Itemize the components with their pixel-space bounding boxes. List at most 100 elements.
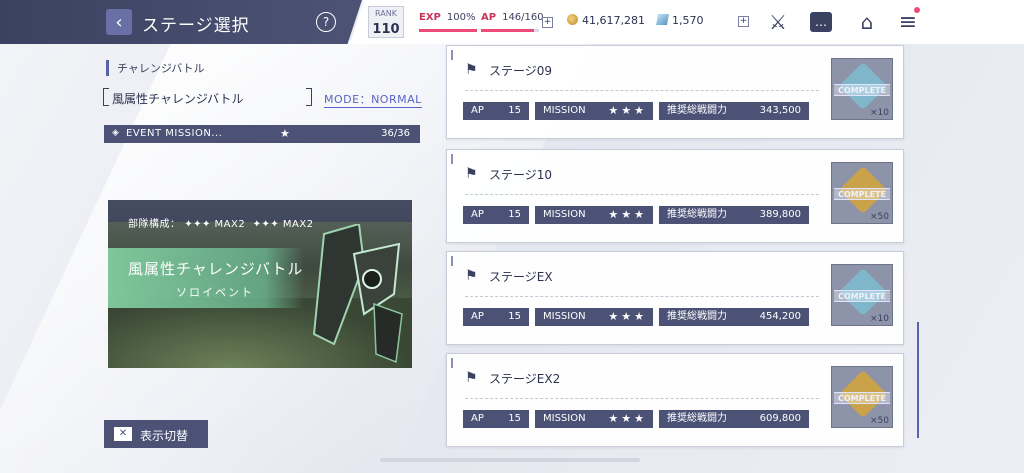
help-button[interactable]: ? <box>316 12 336 32</box>
banner-title: 風属性チャレンジバトル <box>128 260 304 278</box>
stage-name: ステージEX2 <box>489 372 561 386</box>
stage-card[interactable]: ⚑ ステージEX2 AP 15 MISSION ★★★ 推奨総戦闘力 609,800 COMPL… <box>446 353 904 447</box>
swords-icon[interactable]: ⚔ <box>766 10 790 34</box>
home-indicator <box>380 458 640 462</box>
mech-illustration <box>312 224 403 364</box>
event-mission-count: 36/36 <box>381 128 410 139</box>
bracket-right <box>306 88 312 106</box>
composition-max-b: MAX2 <box>282 219 314 230</box>
banner-composition: 部隊構成： ✦✦✦ MAX2 ✦✦✦ MAX2 <box>128 215 314 230</box>
ap-cost-label: AP <box>471 105 484 116</box>
section-label: チャレンジバトル <box>106 60 205 76</box>
ap-value: 146/160 <box>502 12 544 23</box>
reward-qty: ×50 <box>870 212 889 222</box>
ap-cost-label: AP <box>471 413 484 424</box>
chat-icon[interactable]: … <box>810 12 832 32</box>
power-value: 609,800 <box>759 413 801 424</box>
reward-qty: ×10 <box>870 314 889 324</box>
back-arrow-icon[interactable]: ‹ <box>106 9 132 35</box>
ap-cost-value: 15 <box>508 413 521 424</box>
ap-cost-label: AP <box>471 209 484 220</box>
composition-max-a: MAX2 <box>214 219 246 230</box>
ap-plus-button[interactable]: + <box>542 17 553 28</box>
power-label: 推奨総戦闘力 <box>667 105 727 116</box>
stage-card[interactable]: ⚑ ステージ09 AP 15 MISSION ★★★ 推奨総戦闘力 343,500 COMPLE… <box>446 45 904 139</box>
notification-dot <box>914 7 920 13</box>
mission-label: MISSION <box>543 413 586 424</box>
event-mission-label: EVENT MISSION... <box>126 128 223 139</box>
composition-label: 部隊構成： <box>128 219 181 230</box>
gold-amount: 41,617,281 <box>582 14 645 27</box>
star-icon: ★ <box>280 127 290 140</box>
recommended-power: 推奨総戦闘力 389,800 <box>659 206 809 224</box>
diamond-icon: ◈ <box>112 128 119 138</box>
stars-icon: ★★★ <box>608 104 647 117</box>
exp-label: EXP <box>419 12 441 23</box>
scrollbar[interactable] <box>917 322 919 438</box>
ap-bar-fill <box>481 29 534 32</box>
divider <box>465 90 819 91</box>
composition-icons-a: ✦✦✦ <box>184 219 211 230</box>
rank-badge: RANK 110 <box>368 6 404 38</box>
divider <box>465 398 819 399</box>
power-value: 343,500 <box>759 105 801 116</box>
stars-icon: ★★★ <box>608 310 647 323</box>
ap-cost-value: 15 <box>508 105 521 116</box>
stage-flag-icon: ⚑ <box>465 166 478 182</box>
ap-cost-label: AP <box>471 311 484 322</box>
ap-cost: AP 15 <box>463 410 529 428</box>
reward-box[interactable]: COMPLETE ×50 <box>831 162 893 224</box>
reward-qty: ×10 <box>870 108 889 118</box>
card-corner <box>451 256 455 266</box>
mission-stars: MISSION ★★★ <box>535 410 653 428</box>
event-mission-button[interactable]: ◈ EVENT MISSION... ★ 36/36 <box>104 125 420 143</box>
stage-name: ステージ09 <box>489 64 553 78</box>
mission-label: MISSION <box>543 311 586 322</box>
power-value: 389,800 <box>759 209 801 220</box>
composition-icons-b: ✦✦✦ <box>252 219 280 230</box>
rank-label: RANK <box>375 9 397 18</box>
reward-box[interactable]: COMPLETE ×10 <box>831 264 893 326</box>
exp-bar-fill <box>419 29 477 32</box>
power-label: 推奨総戦闘力 <box>667 413 727 424</box>
stars-icon: ★★★ <box>608 208 647 221</box>
stage-flag-icon: ⚑ <box>465 370 478 386</box>
menu-icon[interactable]: ≡ <box>896 10 920 35</box>
gem-icon <box>656 14 669 25</box>
card-corner <box>451 50 455 60</box>
ap-cost: AP 15 <box>463 206 529 224</box>
card-corner <box>451 154 455 164</box>
ap-bar <box>481 29 539 32</box>
home-icon[interactable]: ⌂ <box>855 10 879 34</box>
power-label: 推奨総戦闘力 <box>667 311 727 322</box>
complete-badge: COMPLETE <box>834 84 890 96</box>
ap-cost: AP 15 <box>463 308 529 326</box>
stage-flag-icon: ⚑ <box>465 268 478 284</box>
exp-stat: EXP 100% <box>419 12 475 23</box>
stage-name: ステージEX <box>489 270 553 284</box>
mission-stars: MISSION ★★★ <box>535 102 653 120</box>
stars-icon: ★★★ <box>608 412 647 425</box>
display-toggle-button[interactable]: ✕ 表示切替 <box>104 420 208 448</box>
card-corner <box>451 358 455 368</box>
complete-badge: COMPLETE <box>834 290 890 302</box>
stage-card[interactable]: ⚑ ステージ10 AP 15 MISSION ★★★ 推奨総戦闘力 389,800 COMPLE… <box>446 149 904 243</box>
recommended-power: 推奨総戦闘力 609,800 <box>659 410 809 428</box>
mode-link[interactable]: MODE：NORMAL <box>324 91 422 108</box>
power-label: 推奨総戦闘力 <box>667 209 727 220</box>
exp-bar <box>419 29 477 32</box>
display-toggle-label: 表示切替 <box>140 429 189 443</box>
mission-label: MISSION <box>543 209 586 220</box>
ap-label: AP <box>481 12 497 23</box>
power-value: 454,200 <box>759 311 801 322</box>
mission-stars: MISSION ★★★ <box>535 308 653 326</box>
divider <box>465 296 819 297</box>
reward-box[interactable]: COMPLETE ×50 <box>831 366 893 428</box>
ap-cost: AP 15 <box>463 102 529 120</box>
reward-box[interactable]: COMPLETE ×10 <box>831 58 893 120</box>
toggle-icon: ✕ <box>114 427 132 441</box>
stage-card[interactable]: ⚑ ステージEX AP 15 MISSION ★★★ 推奨総戦闘力 454,200 COMPLE… <box>446 251 904 345</box>
gem-plus-button[interactable]: + <box>738 16 749 27</box>
mission-label: MISSION <box>543 105 586 116</box>
reward-qty: ×50 <box>870 416 889 426</box>
